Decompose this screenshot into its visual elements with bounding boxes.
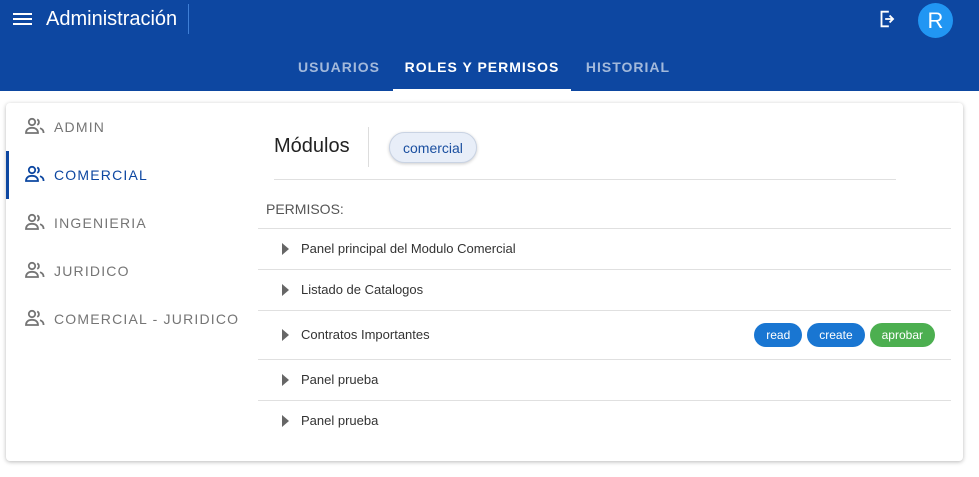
expand-arrow-icon[interactable]	[282, 415, 289, 427]
expand-arrow-icon[interactable]	[282, 284, 289, 296]
badge-read[interactable]: read	[754, 323, 803, 347]
permission-row[interactable]: Panel principal del Modulo Comercial	[258, 228, 951, 269]
permission-label: Listado de Catalogos	[301, 282, 424, 297]
role-item-admin[interactable]: ADMIN	[6, 103, 236, 151]
title-divider	[188, 4, 189, 34]
tab-historial[interactable]: HISTORIAL	[573, 44, 683, 91]
user-avatar[interactable]: R	[918, 3, 953, 38]
permission-badges: read create aprobar	[754, 323, 935, 347]
permission-label: Panel principal del Modulo Comercial	[301, 241, 516, 256]
role-item-juridico[interactable]: JURIDICO	[6, 247, 236, 295]
menu-icon[interactable]	[12, 10, 34, 28]
module-chip-comercial[interactable]: comercial	[389, 132, 477, 163]
modules-heading: Módulos	[274, 135, 350, 157]
people-icon	[24, 165, 46, 183]
app-title: Administración	[46, 8, 178, 30]
people-icon	[24, 213, 46, 231]
role-item-comercial[interactable]: COMERCIAL	[6, 151, 236, 199]
logout-icon[interactable]	[876, 8, 898, 30]
app-bar: Administración R USUARIOS ROLES Y PERMIS…	[0, 0, 979, 91]
role-item-comercial-juridico[interactable]: COMERCIAL - JURIDICO	[6, 295, 240, 343]
permission-row[interactable]: Contratos Importantes read create aproba…	[258, 310, 951, 359]
people-icon	[24, 309, 46, 327]
permisos-heading: PERMISOS:	[266, 201, 344, 217]
people-icon	[24, 261, 46, 279]
permission-label: Panel prueba	[301, 413, 379, 428]
tab-roles-y-permisos[interactable]: ROLES Y PERMISOS	[393, 44, 571, 91]
role-label: ADMIN	[54, 119, 106, 135]
roles-card: ADMIN COMERCIAL INGENIERIA JURIDICO COME…	[6, 103, 963, 461]
permission-label: Panel prueba	[301, 372, 379, 387]
expand-arrow-icon[interactable]	[282, 329, 289, 341]
badge-create[interactable]: create	[807, 323, 865, 347]
people-icon	[24, 117, 46, 135]
modules-separator	[274, 179, 896, 180]
permission-label: Contratos Importantes	[301, 327, 430, 342]
badge-aprobar[interactable]: aprobar	[869, 323, 935, 347]
expand-arrow-icon[interactable]	[282, 243, 289, 255]
tab-usuarios[interactable]: USUARIOS	[287, 44, 391, 91]
role-item-ingenieria[interactable]: INGENIERIA	[6, 199, 236, 247]
modules-divider	[368, 127, 369, 167]
role-label: JURIDICO	[54, 263, 130, 279]
permission-row[interactable]: Listado de Catalogos	[258, 269, 951, 310]
role-label: COMERCIAL	[54, 167, 149, 183]
expand-arrow-icon[interactable]	[282, 374, 289, 386]
role-label: COMERCIAL - JURIDICO	[54, 311, 240, 327]
permission-row[interactable]: Panel prueba	[258, 400, 951, 441]
permission-row[interactable]: Panel prueba	[258, 359, 951, 400]
role-label: INGENIERIA	[54, 215, 147, 231]
